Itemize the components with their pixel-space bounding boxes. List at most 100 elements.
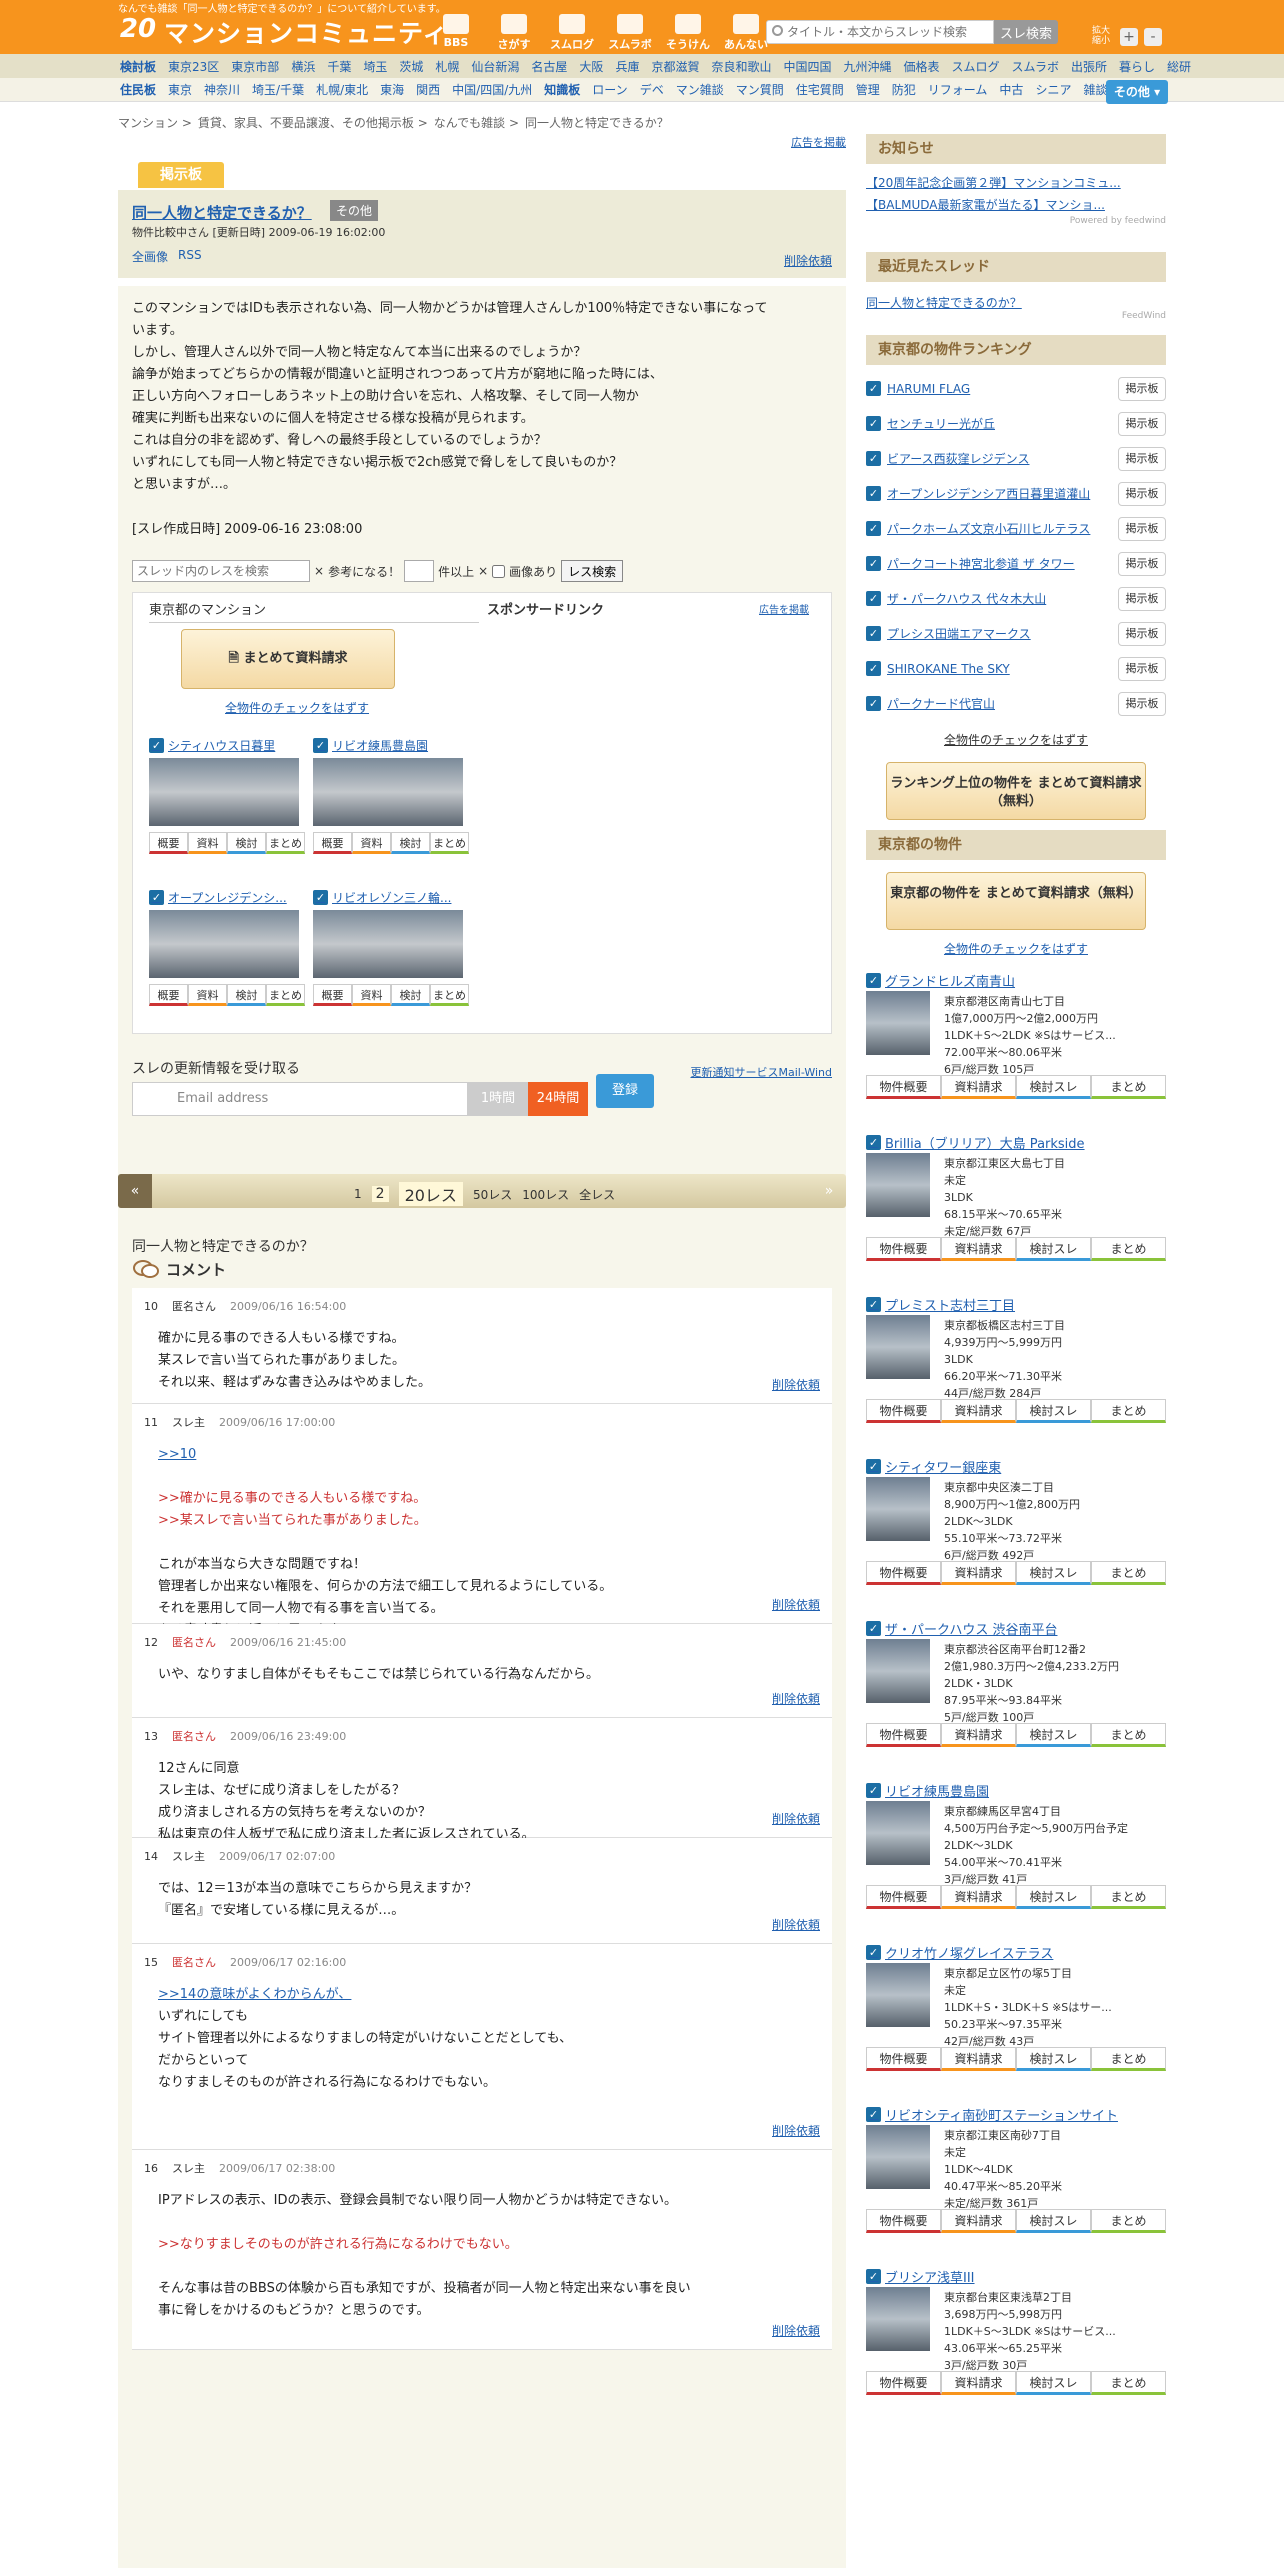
board-button[interactable]: 掲示板: [1118, 376, 1166, 401]
area-property-name[interactable]: ✓ リビオシティ南砂町ステーションサイト: [866, 2105, 1166, 2124]
checkbox-icon[interactable]: ✓: [149, 890, 164, 905]
knowledge-link[interactable]: 中古: [999, 81, 1023, 98]
region-link[interactable]: 東京市部: [231, 58, 279, 75]
page-size-link[interactable]: 50レス: [473, 1186, 512, 1203]
property-action-button[interactable]: 概要: [313, 984, 352, 1006]
region-link[interactable]: 東京23区: [168, 58, 219, 75]
region-link[interactable]: 札幌: [435, 58, 459, 75]
property-image[interactable]: [313, 910, 463, 978]
ad-link[interactable]: 広告を掲載: [791, 134, 846, 150]
helpful-count-input[interactable]: [404, 560, 435, 582]
area-property-image[interactable]: [866, 1801, 930, 1865]
area-property-action[interactable]: 資料請求: [941, 1075, 1016, 1099]
checkbox-icon[interactable]: ✓: [866, 521, 881, 536]
area-property-action[interactable]: 物件概要: [866, 1399, 941, 1423]
area-property-name[interactable]: ✓ ブリシア浅草III: [866, 2267, 1166, 2286]
ranking-name[interactable]: オープンレジデンシア西日暮里道灌山: [887, 485, 1112, 502]
region-link[interactable]: 名古屋: [531, 58, 567, 75]
property-image[interactable]: [149, 910, 299, 978]
region-link[interactable]: スムログ: [952, 58, 1000, 75]
area-property-action[interactable]: 資料請求: [941, 1885, 1016, 1909]
area-uncheck[interactable]: 全物件のチェックをはずす: [866, 940, 1166, 957]
area-property-action[interactable]: 検討スレ: [1016, 1885, 1091, 1909]
region-link[interactable]: 千葉: [327, 58, 351, 75]
area-property-image[interactable]: [866, 2125, 930, 2189]
sponsor-property-name[interactable]: ✓ リビオレゾン三ノ輪...: [313, 889, 469, 906]
ranking-name[interactable]: プレシス田端エアマークス: [887, 625, 1112, 642]
sponsor-property-name[interactable]: ✓ オープンレジデンシ...: [149, 889, 305, 906]
region-link[interactable]: 奈良和歌山: [711, 58, 771, 75]
region-link[interactable]: 茨城: [399, 58, 423, 75]
region-link[interactable]: 価格表: [904, 58, 940, 75]
site-logo[interactable]: 20 マンションコミュニティ: [116, 12, 449, 52]
top-nav-item[interactable]: スムログ: [546, 14, 598, 52]
area-property-action[interactable]: まとめ: [1091, 2047, 1166, 2071]
knowledge-link[interactable]: マン雑談: [676, 81, 724, 98]
tab-board[interactable]: 掲示板: [138, 162, 224, 188]
area-property-action[interactable]: 資料請求: [941, 2047, 1016, 2071]
knowledge-link[interactable]: 住宅質問: [796, 81, 844, 98]
region-link[interactable]: 京都滋賀: [651, 58, 699, 75]
pager-last-button[interactable]: »: [812, 1174, 846, 1208]
area-property-action[interactable]: 物件概要: [866, 1885, 941, 1909]
area-property-action[interactable]: 物件概要: [866, 2047, 941, 2071]
region-link[interactable]: 総研: [1167, 58, 1191, 75]
area-bulk-button[interactable]: 東京都の物件を まとめて資料請求（無料）: [886, 872, 1146, 930]
checkbox-icon[interactable]: ✓: [866, 1297, 881, 1312]
knowledge-link[interactable]: 管理: [856, 81, 880, 98]
area-property-action[interactable]: まとめ: [1091, 1885, 1166, 1909]
area-property-action[interactable]: まとめ: [1091, 2371, 1166, 2395]
checkbox-icon[interactable]: ✓: [866, 1783, 881, 1798]
board-button[interactable]: 掲示板: [1118, 551, 1166, 576]
area-property-action[interactable]: 物件概要: [866, 1237, 941, 1261]
area-property-action[interactable]: 資料請求: [941, 1237, 1016, 1261]
area-property-action[interactable]: 検討スレ: [1016, 2047, 1091, 2071]
region-link[interactable]: 仙台新潟: [471, 58, 519, 75]
post-delete-link[interactable]: 削除依頼: [772, 1810, 820, 1827]
checkbox-icon[interactable]: ✓: [866, 381, 881, 396]
breadcrumb-item[interactable]: マンション >: [118, 114, 192, 131]
area-property-action[interactable]: 検討スレ: [1016, 1075, 1091, 1099]
thread-search-input[interactable]: [766, 20, 994, 44]
area-property-image[interactable]: [866, 1315, 930, 1379]
region-link[interactable]: 中国四国: [783, 58, 831, 75]
property-action-button[interactable]: 資料: [188, 984, 227, 1006]
area-property-action[interactable]: まとめ: [1091, 1723, 1166, 1747]
other-menu-button[interactable]: その他 ▾: [1106, 80, 1168, 104]
post-delete-link[interactable]: 削除依頼: [772, 1596, 820, 1613]
property-action-button[interactable]: 検討: [227, 832, 266, 854]
post-line[interactable]: >>14の意味がよくわからんが、: [158, 1984, 820, 2006]
region-link[interactable]: 大阪: [579, 58, 603, 75]
area-property-action[interactable]: 物件概要: [866, 1075, 941, 1099]
checkbox-icon[interactable]: ✓: [866, 416, 881, 431]
area-property-action[interactable]: 検討スレ: [1016, 1237, 1091, 1261]
area-property-action[interactable]: 検討スレ: [1016, 1561, 1091, 1585]
board-button[interactable]: 掲示板: [1118, 446, 1166, 471]
post-delete-link[interactable]: 削除依頼: [772, 1916, 820, 1933]
property-action-button[interactable]: 検討: [391, 984, 430, 1006]
region-link[interactable]: 九州沖縄: [844, 58, 892, 75]
area-property-action[interactable]: 資料請求: [941, 2371, 1016, 2395]
page-size-link[interactable]: 100レス: [522, 1186, 569, 1203]
area-property-name[interactable]: ✓ シティタワー銀座東: [866, 1457, 1166, 1476]
ranking-name[interactable]: ザ・パークハウス 代々木大山: [887, 590, 1112, 607]
clear-x2[interactable]: ×: [478, 564, 488, 578]
property-action-button[interactable]: まとめ: [266, 832, 305, 854]
resident-link[interactable]: 神奈川: [204, 81, 240, 98]
knowledge-link[interactable]: 防犯: [892, 81, 916, 98]
top-nav-item[interactable]: さがす: [488, 14, 540, 52]
checkbox-icon[interactable]: ✓: [866, 973, 881, 988]
area-property-action[interactable]: 物件概要: [866, 1561, 941, 1585]
top-nav-item[interactable]: あんない: [720, 14, 772, 52]
board-button[interactable]: 掲示板: [1118, 516, 1166, 541]
checkbox-icon[interactable]: ✓: [866, 486, 881, 501]
area-property-name[interactable]: ✓ プレミスト志村三丁目: [866, 1295, 1166, 1314]
image-checkbox[interactable]: [492, 564, 506, 578]
checkbox-icon[interactable]: ✓: [313, 738, 328, 753]
property-action-button[interactable]: 概要: [149, 984, 188, 1006]
area-property-action[interactable]: 物件概要: [866, 2209, 941, 2233]
checkbox-icon[interactable]: ✓: [866, 1945, 881, 1960]
board-button[interactable]: 掲示板: [1118, 691, 1166, 716]
breadcrumb-item[interactable]: 賃貸、家具、不要品譲渡、その他掲示板 >: [198, 114, 428, 131]
checkbox-icon[interactable]: ✓: [866, 2107, 881, 2122]
